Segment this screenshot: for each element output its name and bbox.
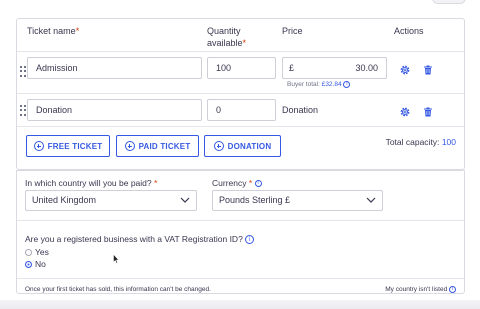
required-marker: *	[154, 178, 158, 188]
add-free-ticket-label: FREE TICKET	[47, 141, 103, 151]
add-donation-label: DONATION	[227, 141, 272, 151]
ticket-row-admission: Admission 100 £ 30.00 Buyer total: £32.8…	[17, 52, 464, 94]
currency-select-value: Pounds Sterling £	[219, 195, 291, 205]
divider	[17, 220, 464, 221]
quantity-input[interactable]: 100	[207, 57, 276, 79]
ticket-name-header-text: Ticket name	[27, 26, 76, 36]
country-not-listed-text: My country isn't listed	[385, 286, 448, 294]
info-icon[interactable]: i	[245, 235, 255, 245]
total-capacity: Total capacity: 100	[386, 137, 456, 147]
radio-selected-icon[interactable]	[25, 260, 32, 268]
quantity-header-line1: Quantity	[207, 26, 241, 36]
bottom-fade	[0, 300, 480, 309]
actions-header: Actions	[394, 26, 424, 36]
ticket-name-input[interactable]: Donation	[27, 99, 202, 121]
tickets-header-row: Ticket name* Quantity available* Price A…	[17, 19, 464, 52]
vat-yes-radio[interactable]: Yes	[25, 247, 49, 257]
price-amount: 30.00	[355, 63, 378, 73]
plus-circle-icon	[33, 141, 44, 151]
info-icon[interactable]: i	[343, 81, 351, 88]
buyer-total-value: £32.84	[321, 81, 342, 89]
radio-unselected-icon[interactable]	[25, 248, 32, 256]
buyer-total: Buyer total: £32.84 i	[287, 81, 351, 89]
country-select-value: United Kingdom	[32, 195, 97, 205]
scroll-pill	[432, 0, 466, 4]
plus-circle-icon	[124, 141, 135, 151]
required-marker: *	[242, 38, 247, 48]
add-free-ticket-button[interactable]: FREE TICKET	[26, 135, 110, 157]
country-label-text: In which country will you be paid?	[25, 178, 152, 188]
ticket-row-donation: Donation 0 Donation	[17, 94, 464, 127]
price-donation-text: Donation	[282, 105, 319, 115]
ticket-name-input[interactable]: Admission	[27, 57, 202, 79]
divider	[17, 278, 464, 279]
quantity-header: Quantity available*	[207, 25, 246, 49]
add-paid-ticket-button[interactable]: PAID TICKET	[116, 135, 199, 157]
currency-label: Currency * i	[212, 178, 262, 188]
currency-label-text: Currency	[212, 178, 247, 188]
vat-no-radio[interactable]: No	[25, 259, 46, 269]
country-label: In which country will you be paid? *	[25, 178, 157, 188]
currency-select[interactable]: Pounds Sterling £	[212, 190, 383, 211]
drag-handle-icon[interactable]	[20, 105, 26, 116]
drag-handle-icon[interactable]	[20, 66, 26, 77]
info-icon[interactable]: i	[254, 180, 262, 188]
gear-icon[interactable]	[399, 106, 411, 118]
price-header: Price	[282, 26, 303, 36]
chevron-down-icon	[180, 197, 190, 203]
info-icon: i	[449, 286, 456, 293]
chevron-down-icon	[366, 197, 376, 203]
gear-icon[interactable]	[399, 64, 411, 76]
trash-icon[interactable]	[422, 64, 434, 76]
quantity-header-line2: available	[207, 38, 243, 48]
currency-symbol: £	[289, 63, 295, 73]
total-capacity-value: 100	[441, 137, 456, 147]
add-donation-button[interactable]: DONATION	[204, 135, 281, 157]
required-marker: *	[75, 26, 80, 36]
tickets-card: Ticket name* Quantity available* Price A…	[16, 18, 465, 170]
add-paid-ticket-label: PAID TICKET	[138, 141, 191, 151]
required-marker: *	[248, 178, 253, 188]
country-select[interactable]: United Kingdom	[25, 190, 197, 211]
vat-yes-label: Yes	[35, 247, 49, 257]
vat-question-text: Are you a registered business with a VAT…	[25, 234, 243, 244]
trash-icon[interactable]	[422, 106, 434, 118]
payout-card: In which country will you be paid? * Uni…	[16, 170, 465, 294]
price-input[interactable]: £ 30.00	[282, 57, 387, 79]
buyer-total-label: Buyer total:	[287, 81, 320, 89]
ticket-name-header: Ticket name*	[27, 25, 79, 37]
lock-warning-note: Once your first ticket has sold, this in…	[25, 286, 211, 293]
total-capacity-label: Total capacity:	[385, 137, 440, 147]
country-not-listed-link[interactable]: My country isn't listed i	[385, 286, 456, 293]
quantity-input[interactable]: 0	[207, 99, 276, 121]
vat-no-label: No	[35, 259, 46, 269]
vat-question: Are you a registered business with a VAT…	[25, 234, 255, 245]
mouse-cursor-icon	[113, 254, 119, 264]
plus-circle-icon	[213, 141, 224, 151]
